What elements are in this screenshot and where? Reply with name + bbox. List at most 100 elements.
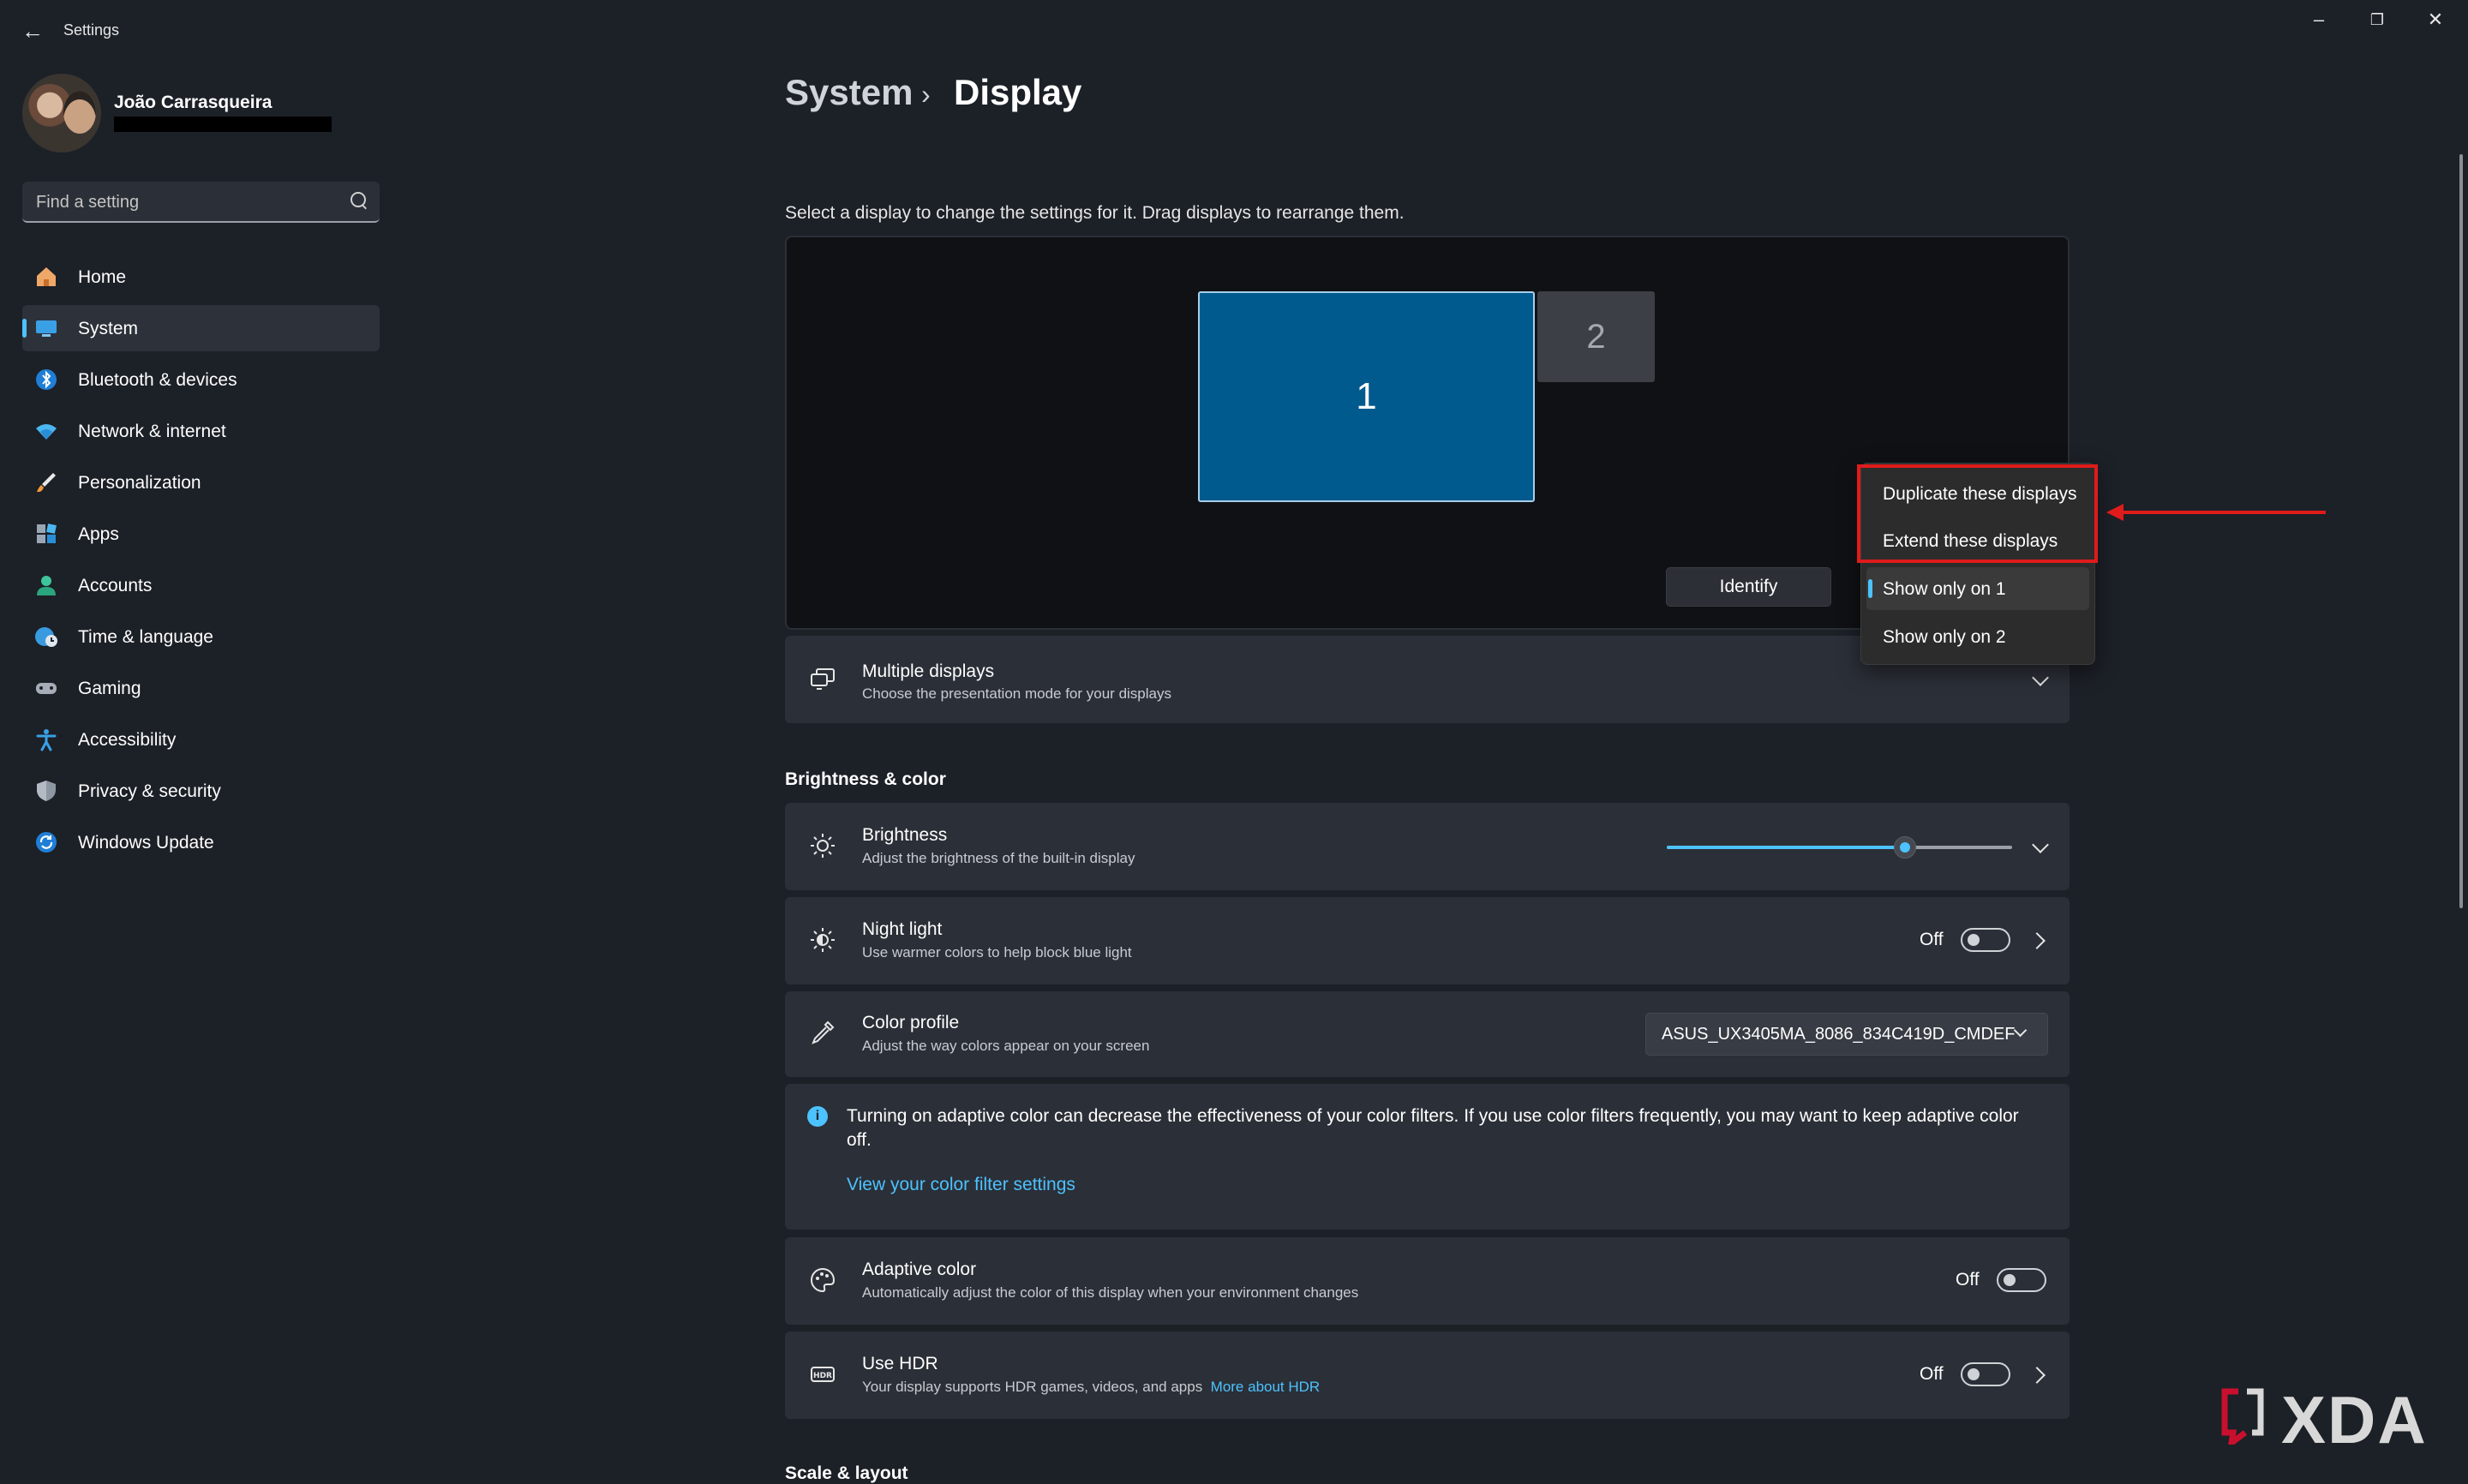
adaptive-color-subtitle: Automatically adjust the color of this d…	[862, 1284, 1359, 1301]
eyedropper-icon	[812, 1020, 835, 1044]
hdr-icon: HDR	[811, 1367, 835, 1382]
gamepad-icon	[36, 683, 57, 694]
night-light-icon	[811, 928, 835, 952]
brush-icon	[37, 473, 56, 493]
adaptive-color-state: Off	[1956, 1270, 1980, 1290]
accessibility-icon	[36, 729, 57, 751]
nav-label-personalization: Personalization	[78, 473, 201, 493]
nav-label-time-language: Time & language	[78, 627, 213, 647]
nav-label-apps: Apps	[78, 524, 119, 544]
more-about-hdr-link[interactable]: More about HDR	[1211, 1379, 1321, 1395]
brightness-slider-fill	[1667, 846, 1906, 849]
adaptive-color-info-card: i Turning on adaptive color can decrease…	[785, 1084, 2070, 1230]
chevron-down-icon[interactable]	[2032, 669, 2049, 686]
identify-button[interactable]: Identify	[1666, 567, 1831, 607]
adaptive-color-info-text: Turning on adaptive color can decrease t…	[847, 1106, 2019, 1150]
page-title: Display	[954, 72, 1082, 112]
accounts-icon	[37, 576, 56, 595]
nav-item-apps[interactable]: Apps	[22, 511, 380, 557]
monitor-1[interactable]: 1	[1198, 291, 1535, 502]
search-box[interactable]	[22, 182, 380, 223]
brightness-slider-thumb[interactable]	[1894, 836, 1917, 859]
color-profile-value: ASUS_UX3405MA_8086_834C419D_CMDEF	[1662, 1025, 2016, 1044]
close-button[interactable]: ✕	[2408, 5, 2463, 34]
chevron-down-icon	[2013, 1023, 2028, 1038]
menu-item-show-only-1[interactable]: Show only on 1	[1866, 567, 2089, 610]
nav-item-time-language[interactable]: Time & language	[22, 613, 380, 660]
multiple-displays-title: Multiple displays	[862, 661, 995, 681]
globe-clock-icon	[35, 627, 57, 647]
use-hdr-card[interactable]: HDR Use HDR Your display supports HDR ga…	[785, 1331, 2070, 1419]
nav-item-bluetooth[interactable]: Bluetooth & devices	[22, 356, 380, 403]
user-email-redacted	[114, 117, 332, 132]
use-hdr-subtitle: Your display supports HDR games, videos,…	[862, 1379, 1321, 1395]
scrollbar[interactable]	[2459, 154, 2463, 908]
chevron-right-icon[interactable]	[2028, 932, 2046, 949]
multiple-displays-icon	[811, 668, 835, 690]
nav-item-gaming[interactable]: Gaming	[22, 665, 380, 711]
use-hdr-toggle[interactable]	[1961, 1362, 2010, 1386]
restore-button[interactable]: ❐	[2350, 5, 2405, 34]
nav-item-system[interactable]: System	[22, 305, 380, 351]
nav-item-privacy-security[interactable]: Privacy & security	[22, 768, 380, 814]
red-arrow	[2117, 511, 2326, 514]
nav-label-bluetooth: Bluetooth & devices	[78, 370, 237, 390]
home-icon	[37, 267, 56, 286]
color-profile-dropdown[interactable]: ASUS_UX3405MA_8086_834C419D_CMDEF	[1645, 1013, 2048, 1056]
arrangement-hint: Select a display to change the settings …	[785, 203, 1405, 223]
brightness-title: Brightness	[862, 825, 948, 845]
chevron-right-icon[interactable]	[2028, 1367, 2046, 1384]
adaptive-color-card[interactable]: Adaptive color Automatically adjust the …	[785, 1237, 2070, 1325]
back-button[interactable]: ←	[19, 17, 46, 45]
shield-icon	[37, 781, 56, 801]
red-arrow-head	[2106, 504, 2124, 521]
night-light-toggle[interactable]	[1961, 928, 2010, 952]
section-brightness-color: Brightness & color	[785, 769, 946, 789]
breadcrumb-separator: ›	[921, 79, 931, 110]
chevron-down-icon[interactable]	[2032, 836, 2049, 853]
nav-label-accounts: Accounts	[78, 576, 153, 595]
bluetooth-icon	[36, 369, 57, 390]
adaptive-color-toggle[interactable]	[1997, 1268, 2046, 1292]
search-icon[interactable]	[350, 192, 366, 207]
apps-icon	[37, 524, 57, 543]
avatar[interactable]	[22, 74, 101, 153]
system-icon	[36, 320, 57, 337]
nav-item-personalization[interactable]: Personalization	[22, 459, 380, 506]
section-scale-layout: Scale & layout	[785, 1463, 908, 1483]
brightness-subtitle: Adjust the brightness of the built-in di…	[862, 850, 1135, 866]
nav-item-home[interactable]: Home	[22, 254, 380, 300]
user-name: João Carrasqueira	[114, 93, 273, 112]
multiple-displays-subtitle: Choose the presentation mode for your di…	[862, 685, 1171, 702]
xda-watermark: XDA	[2281, 1382, 2428, 1457]
minimize-button[interactable]: –	[2291, 5, 2346, 34]
brightness-slider[interactable]	[1667, 836, 2012, 859]
sun-icon	[811, 834, 835, 858]
monitor-2[interactable]: 2	[1537, 291, 1655, 382]
night-light-subtitle: Use warmer colors to help block blue lig…	[862, 944, 1132, 960]
menu-item-show-only-2[interactable]: Show only on 2	[1866, 615, 2089, 658]
breadcrumb-parent[interactable]: System	[785, 72, 913, 113]
nav-label-home: Home	[78, 267, 127, 287]
search-input[interactable]	[34, 190, 346, 214]
night-light-title: Night light	[862, 919, 943, 939]
nav-item-windows-update[interactable]: Windows Update	[22, 819, 380, 865]
nav-label-privacy-security: Privacy & security	[78, 781, 221, 801]
update-icon	[36, 832, 57, 853]
nav-label-system: System	[78, 319, 139, 338]
info-icon: i	[807, 1106, 828, 1127]
nav-label-gaming: Gaming	[78, 679, 141, 698]
nav-label-windows-update: Windows Update	[78, 833, 214, 853]
night-light-card[interactable]: Night light Use warmer colors to help bl…	[785, 897, 2070, 984]
use-hdr-state: Off	[1920, 1364, 1944, 1384]
svg-text:HDR: HDR	[813, 1372, 832, 1380]
color-profile-card[interactable]: Color profile Adjust the way colors appe…	[785, 991, 2070, 1077]
nav-label-accessibility: Accessibility	[78, 730, 177, 750]
brightness-card[interactable]: Brightness Adjust the brightness of the …	[785, 803, 2070, 890]
nav-item-network[interactable]: Network & internet	[22, 408, 380, 454]
red-highlight-box	[1857, 464, 2098, 563]
nav-item-accounts[interactable]: Accounts	[22, 562, 380, 608]
color-filter-settings-link[interactable]: View your color filter settings	[847, 1175, 1075, 1195]
color-profile-subtitle: Adjust the way colors appear on your scr…	[862, 1038, 1150, 1054]
nav-item-accessibility[interactable]: Accessibility	[22, 716, 380, 763]
